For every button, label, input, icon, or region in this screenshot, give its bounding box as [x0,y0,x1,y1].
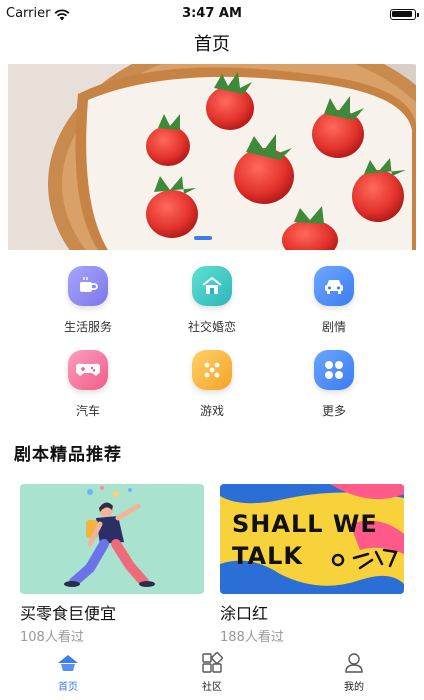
card-view-count: 188人看过 [220,630,284,645]
category-social-dating[interactable]: 社交婚恋 [162,266,262,335]
gamepad-icon [68,350,108,390]
card-title: 涂口红 [220,604,269,623]
category-label: 生活服务 [63,320,112,334]
section-title: 剧本精品推荐 [14,445,122,465]
home-icon [57,652,79,674]
person-icon [343,652,365,674]
card-image [20,484,204,594]
tab-home[interactable]: 首页 [28,652,108,693]
category-label: 剧情 [321,320,346,334]
banner-carousel[interactable] [8,64,416,250]
page-title: 首页 [194,34,230,55]
recommendation-card[interactable]: 买零食巨便宜 108人看过 [20,484,204,645]
status-bar: Carrier 3:47 AM [0,0,424,28]
tab-label: 首页 [58,682,78,693]
category-car[interactable]: 汽车 [38,350,138,419]
car-icon [314,266,354,306]
tab-profile[interactable]: 我的 [314,652,394,693]
category-life-services[interactable]: 生活服务 [38,266,138,335]
grid-icon [201,652,223,674]
coffee-cup-icon [68,266,108,306]
clock: 3:47 AM [182,6,242,21]
category-more[interactable]: 更多 [284,350,384,419]
category-games[interactable]: 游戏 [162,350,262,419]
category-drama[interactable]: 剧情 [284,266,384,335]
carousel-page-indicator[interactable] [194,236,212,240]
battery-icon [390,9,419,20]
four-petals-icon [314,350,354,390]
tab-label: 我的 [344,682,364,693]
card-view-count: 108人看过 [20,630,84,645]
recommendation-card[interactable]: SHALL WE TALK 涂口红 188人看过 [220,484,404,645]
house-icon [192,266,232,306]
category-label: 游戏 [199,404,224,418]
category-label: 汽车 [75,404,100,418]
person-illustration [20,484,204,594]
category-label: 更多 [321,404,346,418]
card-image: SHALL WE TALK [220,484,404,594]
category-label: 社交婚恋 [187,320,236,334]
tab-community[interactable]: 社区 [172,652,252,693]
tab-label: 社区 [202,682,222,693]
card-title: 买零食巨便宜 [20,604,117,623]
doodle-decoration [331,548,398,570]
tab-bar: 首页 社区 我的 [0,648,424,700]
dice-icon [192,350,232,390]
strawberry-toast-photo [8,64,416,250]
